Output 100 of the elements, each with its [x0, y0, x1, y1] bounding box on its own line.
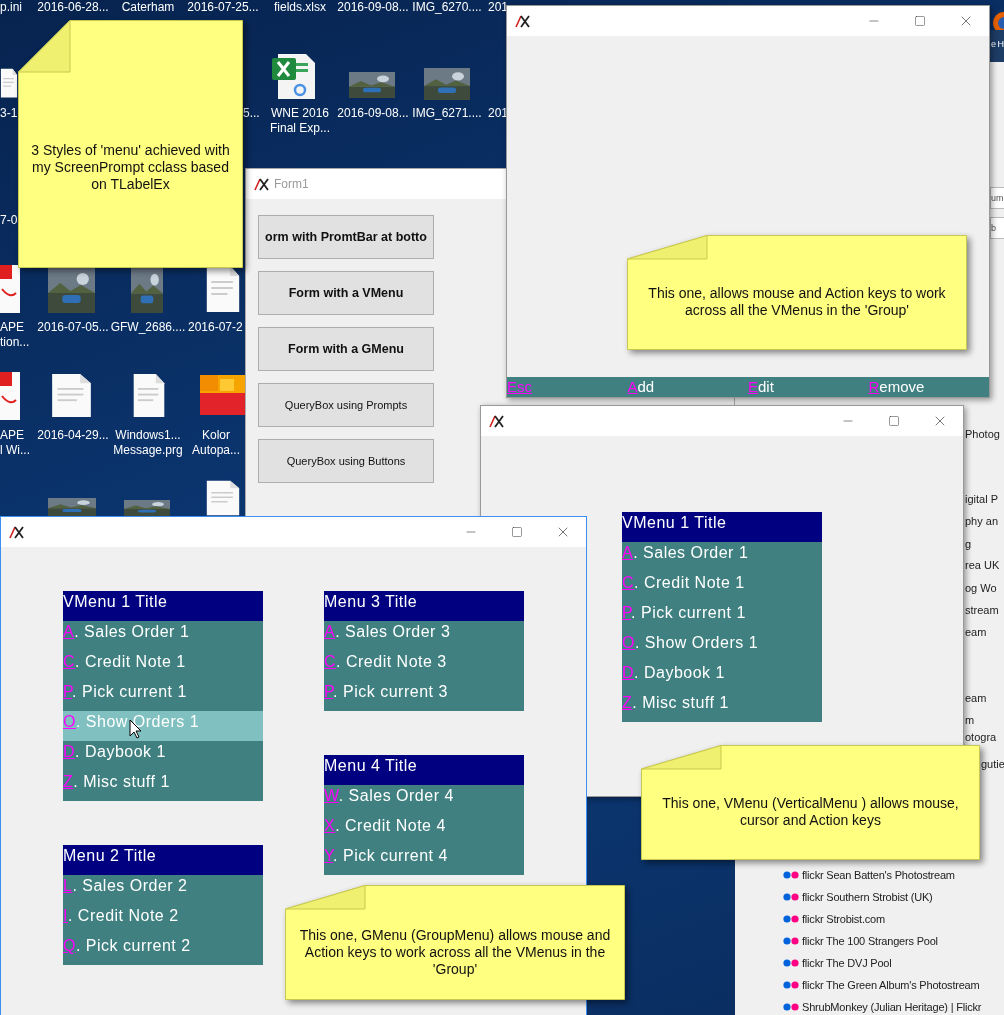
menu-item[interactable]: L. Sales Order 2 [63, 875, 263, 905]
menu-item[interactable]: W. Sales Order 4 [324, 785, 524, 815]
menu-item[interactable]: A. Sales Order 1 [63, 621, 263, 651]
form-button[interactable]: Form with a GMenu [258, 327, 434, 371]
bookmark-link[interactable]: ShrubMonkey (Julian Heritage) | Flickr [802, 998, 982, 1015]
link-text[interactable]: stream [965, 603, 999, 617]
note-text: This one, GMenu (GroupMenu) allows mouse and Action keys to work across all the VMenus in the 'Group' [298, 927, 612, 978]
tab-title[interactable]: e H [991, 38, 1004, 52]
desktop-icon-label[interactable]: 2016-07-25... [185, 0, 261, 15]
menu-item[interactable]: Q. Pick current 2 [63, 935, 263, 965]
menu-item[interactable]: P. Pick current 1 [63, 681, 263, 711]
menu-title: Menu 2 Title [63, 845, 263, 875]
app-logo-icon [489, 414, 505, 428]
bookmark-link[interactable]: flickr The DVJ Pool [802, 954, 892, 972]
document-icon[interactable] [205, 480, 241, 516]
desktop-icon-label[interactable]: 201 [488, 106, 506, 121]
prompt-item[interactable]: Remove [868, 377, 925, 397]
bookmark-link[interactable]: flickr Strobist.com [802, 910, 885, 928]
maximize-icon [511, 526, 523, 538]
menu-item[interactable]: Y. Pick current 4 [324, 845, 524, 875]
link-text[interactable]: rea UK [965, 558, 1000, 572]
menu-item[interactable]: D. Daybook 1 [63, 741, 263, 771]
bookmark-link[interactable]: flickr Sean Batten's Photostream [802, 866, 955, 884]
desktop-icon-label[interactable]: 2016-07-2 [188, 320, 245, 335]
document-icon[interactable] [0, 68, 18, 98]
menu-item[interactable]: I. Credit Note 2 [63, 905, 263, 935]
document-icon[interactable] [205, 265, 241, 313]
desktop-icon-label[interactable]: 7-0 [0, 213, 17, 228]
pdf-file-icon[interactable] [0, 265, 20, 313]
flickr-dots-icon [783, 871, 799, 879]
desktop-icon-label[interactable]: IMG_6270.... [409, 0, 485, 15]
menu-item[interactable]: Z. Misc stuff 1 [622, 692, 822, 722]
note-text: This one, VMenu (VerticalMenu ) allows mouse, cursor and Action keys [661, 795, 960, 829]
menu-title: Menu 3 Title [324, 591, 524, 621]
link-text[interactable]: Photog [965, 427, 1000, 441]
window-title: Form1 [274, 176, 309, 193]
app-icon[interactable] [200, 375, 245, 415]
input-field[interactable]: um [990, 187, 1004, 209]
link-text[interactable]: og Wo [965, 581, 997, 595]
bookmark-link[interactable]: flickr The 100 Strangers Pool [802, 932, 938, 950]
spreadsheet-icon[interactable] [272, 53, 316, 100]
document-icon[interactable] [132, 373, 166, 418]
menu-title: VMenu 1 Title [63, 591, 263, 621]
menu-item[interactable]: O. Show Orders 1 [622, 632, 822, 662]
link-text[interactable]: eam [965, 625, 987, 639]
desktop-icon-label[interactable]: APE l Wi... [0, 428, 34, 458]
desktop-icon-label[interactable]: 2016-09-08... [335, 106, 411, 121]
desktop-icon-label[interactable]: WNE 2016 Final Exp... [262, 106, 338, 136]
menu-item[interactable]: C. Credit Note 1 [622, 572, 822, 602]
desktop-icon-label[interactable]: 2016-06-28... [35, 0, 111, 15]
flickr-dots-icon [783, 959, 799, 967]
menu-item[interactable]: Z. Misc stuff 1 [63, 771, 263, 801]
flickr-dots-icon [783, 893, 799, 901]
desktop-icon-label[interactable]: 2016-04-29... [35, 428, 111, 443]
flickr-dots-icon [783, 937, 799, 945]
menu-item[interactable]: D. Daybook 1 [622, 662, 822, 692]
link-text[interactable]: eam [965, 691, 987, 705]
desktop-icon-label[interactable]: APE tion... [0, 320, 34, 350]
form-button[interactable]: QueryBox using Buttons [258, 439, 434, 483]
desktop-icon-label[interactable]: 3-1 [0, 106, 17, 121]
menu-item[interactable]: C. Credit Note 1 [63, 651, 263, 681]
desktop-icon-label[interactable]: 5... [243, 106, 263, 121]
link-text[interactable]: otogra [965, 730, 997, 744]
menu-item[interactable]: P. Pick current 1 [622, 602, 822, 632]
bookmark-link[interactable]: flickr Southern Strobist (UK) [802, 888, 933, 906]
menu-item[interactable]: X. Credit Note 4 [324, 815, 524, 845]
maximize-icon [914, 15, 926, 27]
desktop-icon-label[interactable]: 201 [488, 0, 506, 15]
link-text[interactable]: igital P [965, 492, 999, 506]
desktop-icon-label[interactable]: Kolor Autopa... [188, 428, 244, 458]
form-button[interactable]: QueryBox using Prompts [258, 383, 434, 427]
desktop-icon-label[interactable]: Windows1... Message.prg [110, 428, 186, 458]
app-logo-icon [515, 14, 531, 28]
desktop-icon-label[interactable]: 2016-07-05... [35, 320, 111, 335]
pdf-file-icon[interactable] [0, 372, 20, 420]
bookmark-link[interactable]: flickr The Green Album's Photostream [802, 976, 980, 994]
form-button[interactable]: orm with PromtBar at botto [258, 215, 434, 259]
flickr-dots-icon [783, 1003, 799, 1011]
document-icon[interactable] [50, 373, 93, 418]
desktop-icon-label[interactable]: Caterham [110, 0, 186, 15]
input-field[interactable]: b [990, 217, 1004, 239]
menu-item[interactable]: P. Pick current 3 [324, 681, 524, 711]
desktop-icon-label[interactable]: IMG_6271.... [409, 106, 485, 121]
menu-item[interactable]: C. Credit Note 3 [324, 651, 524, 681]
prompt-item[interactable]: Edit [748, 377, 774, 397]
desktop-icon-label[interactable]: 2016-09-08... [335, 0, 411, 15]
menu-item[interactable]: A. Sales Order 3 [324, 621, 524, 651]
link-text[interactable]: phy an [965, 514, 999, 528]
link-text[interactable]: g [965, 537, 972, 551]
menu-title: Menu 4 Title [324, 755, 524, 785]
note-text: 3 Styles of 'menu' achieved with my ScreenPrompt cclass based on TLabelEx [30, 142, 231, 193]
menu-item[interactable]: A. Sales Order 1 [622, 542, 822, 572]
app-logo-icon [9, 525, 25, 539]
desktop-icon-label[interactable]: fields.xlsx [262, 0, 338, 15]
form-button[interactable]: Form with a VMenu [258, 271, 434, 315]
link-text[interactable]: gutie [981, 757, 1004, 771]
link-text[interactable]: m [965, 713, 975, 727]
app-logo-icon [254, 177, 270, 191]
prompt-item[interactable]: Add [627, 377, 655, 397]
desktop-icon-label[interactable]: GFW_2686.... [110, 320, 186, 335]
